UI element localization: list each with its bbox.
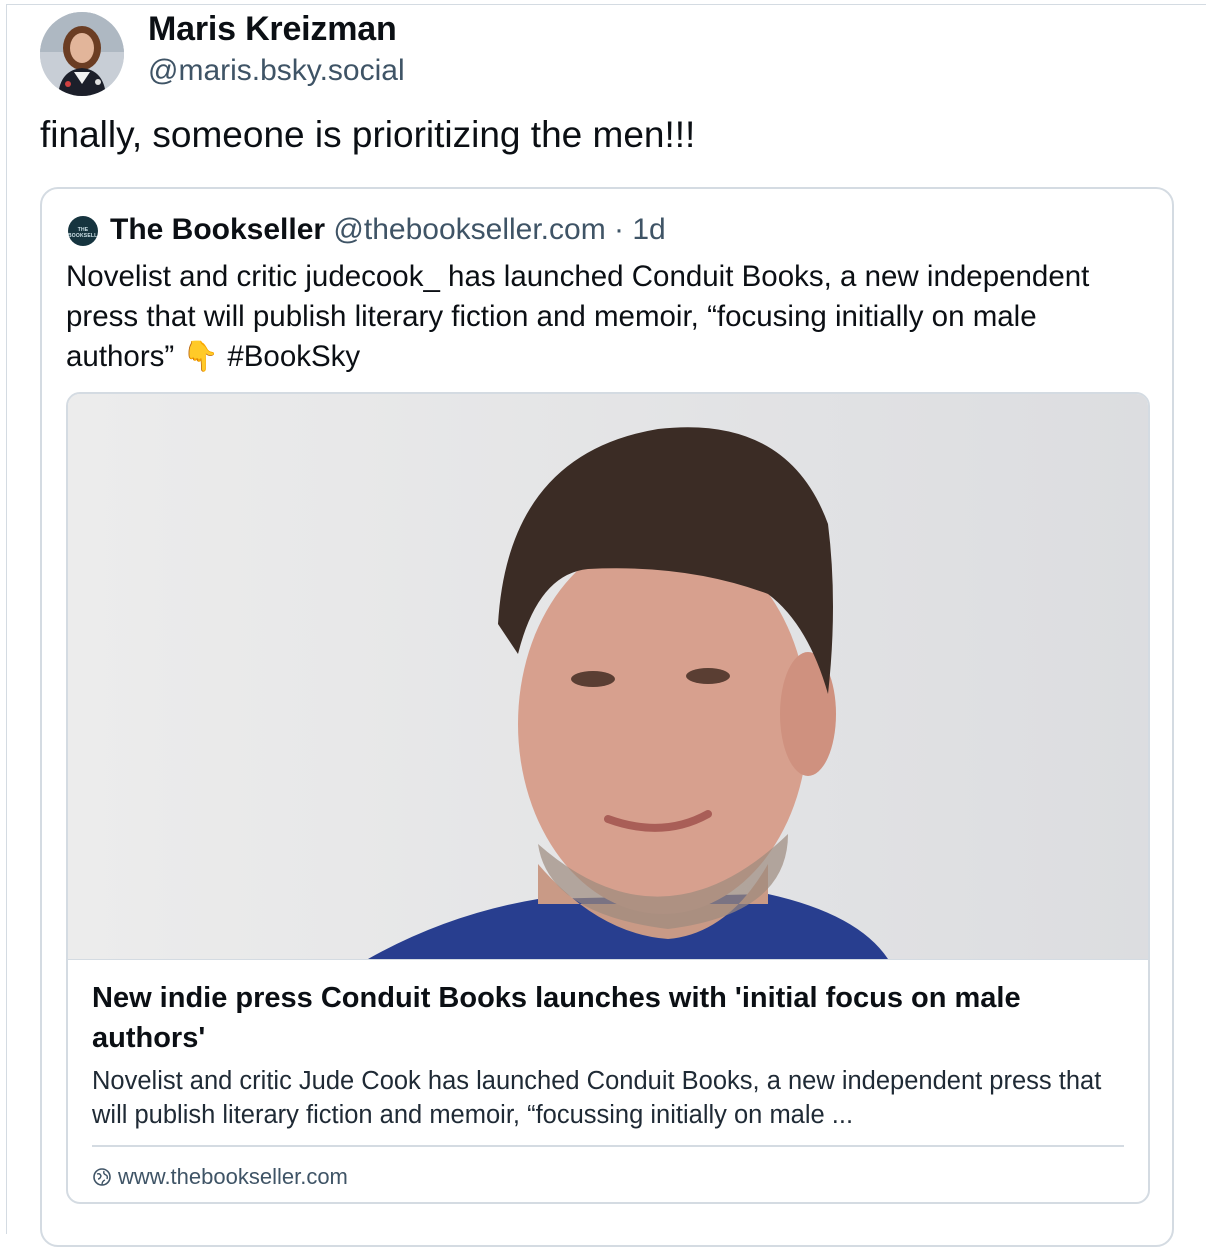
globe-icon	[92, 1167, 112, 1187]
quoted-author-avatar-logo-text: THE BOOKSELLER	[68, 227, 98, 239]
link-preview-image[interactable]	[68, 394, 1148, 960]
header-separator: ·	[614, 213, 625, 246]
link-preview-card[interactable]: New indie press Conduit Books launches w…	[66, 392, 1150, 1204]
link-preview-title[interactable]: New indie press Conduit Books launches w…	[92, 978, 1102, 1058]
quoted-author-avatar[interactable]: THE BOOKSELLER	[68, 216, 98, 246]
quoted-post-card[interactable]: THE BOOKSELLER The Bookseller @thebookse…	[40, 187, 1174, 1247]
quoted-author-display-name[interactable]: The Bookseller	[110, 213, 325, 246]
author-display-name[interactable]: Maris Kreizman	[148, 10, 397, 49]
link-preview-domain[interactable]: www.thebookseller.com	[92, 1164, 348, 1190]
quoted-post-header: The Bookseller @thebookseller.com · 1d	[110, 213, 666, 247]
author-avatar[interactable]	[40, 12, 124, 96]
link-domain-text: www.thebookseller.com	[118, 1164, 348, 1189]
quoted-author-handle[interactable]: @thebookseller.com	[333, 213, 605, 246]
post-text: finally, someone is prioritizing the men…	[40, 114, 696, 155]
quoted-post-timestamp[interactable]: 1d	[632, 213, 665, 246]
author-handle[interactable]: @maris.bsky.social	[148, 54, 405, 88]
link-preview-description: Novelist and critic Jude Cook has launch…	[92, 1067, 1102, 1129]
quoted-post-text: Novelist and critic judecook_ has launch…	[66, 260, 1090, 373]
link-preview-divider	[92, 1145, 1124, 1147]
